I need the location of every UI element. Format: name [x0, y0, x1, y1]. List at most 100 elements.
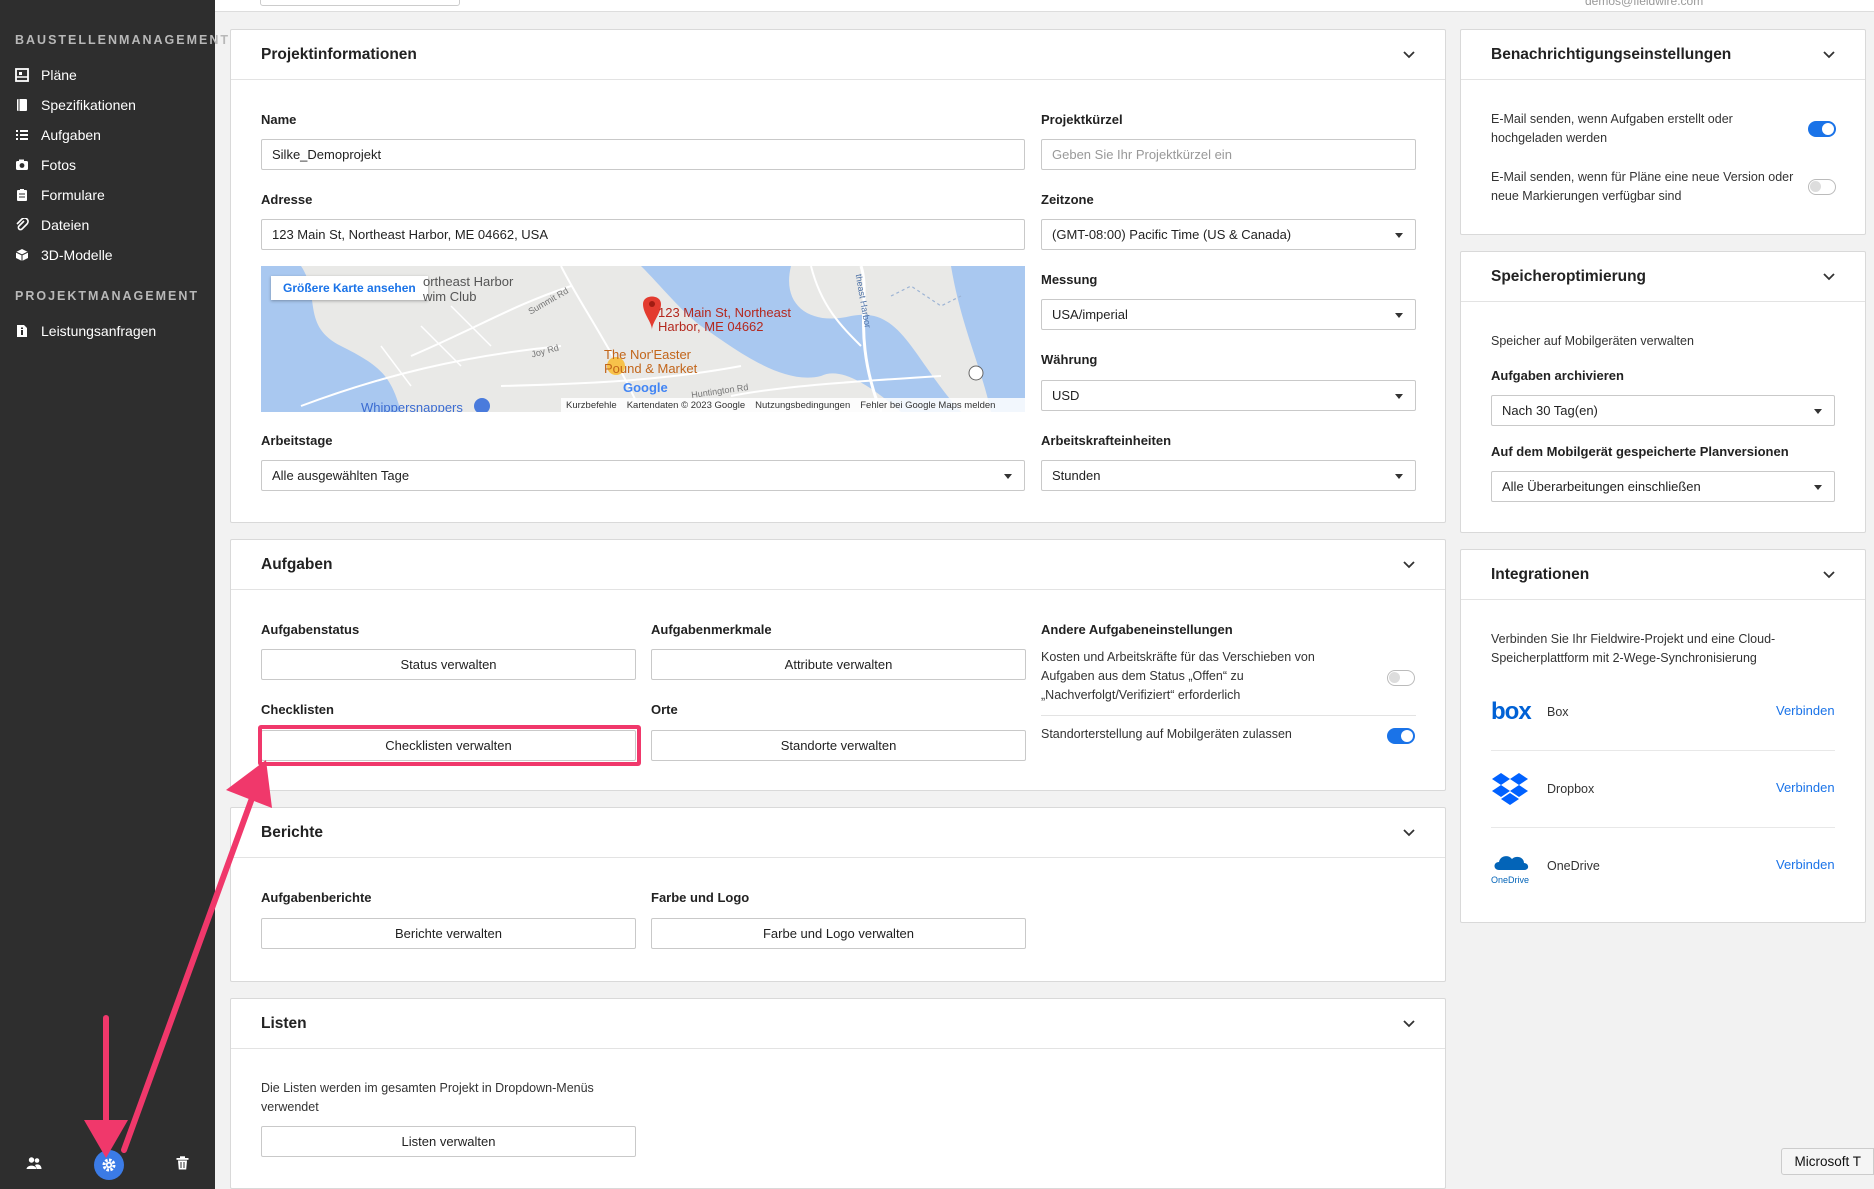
map-widget[interactable]: Größere Karte ansehen ortheast Harbor wi… [261, 266, 1025, 412]
sidebar-section-projektmanagement: PROJEKTMANAGEMENT [15, 289, 200, 303]
divider [1491, 827, 1835, 828]
card-header[interactable]: Berichte [231, 808, 1445, 858]
sidebar: BAUSTELLENMANAGEMENT Pläne Spezifikation… [0, 0, 228, 1189]
card-benachrichtigungen: Benachrichtigungseinstellungen E-Mail se… [1460, 29, 1866, 235]
standorte-verwalten-button[interactable]: Standorte verwalten [651, 730, 1026, 761]
name-input[interactable]: Silke_Demoprojekt [261, 139, 1025, 170]
chevron-down-icon[interactable] [1823, 271, 1835, 283]
larger-map-button[interactable]: Größere Karte ansehen [271, 276, 428, 300]
email-plaene-toggle[interactable] [1808, 179, 1836, 195]
map-pin-line: Harbor, ME 04662 [658, 319, 764, 334]
users-icon[interactable] [26, 1156, 42, 1175]
card-header[interactable]: Speicheroptimierung [1461, 252, 1865, 302]
email-plaene-text: E-Mail senden, wenn für Pläne eine neue … [1491, 170, 1794, 203]
chevron-down-icon[interactable] [1403, 559, 1415, 571]
sidebar-item-spezifikationen[interactable]: Spezifikationen [14, 94, 136, 116]
settings-gear-icon[interactable] [94, 1150, 124, 1180]
waehrung-select[interactable]: USD [1041, 380, 1416, 411]
mobile-standort-text: Standorterstellung auf Mobilgeräten zula… [1041, 727, 1292, 741]
top-bar: demos@fieldwire.com [215, 0, 1874, 12]
orte-label: Orte [651, 702, 678, 717]
sidebar-item-label: Dateien [41, 217, 90, 233]
onedrive-verbinden-link[interactable]: Verbinden [1776, 857, 1835, 872]
sidebar-item-3d-modelle[interactable]: 3D-Modelle [14, 244, 113, 266]
arbeitskraft-select[interactable]: Stunden [1041, 460, 1416, 491]
sidebar-item-formulare[interactable]: Formulare [14, 184, 105, 206]
arbeitstage-label: Arbeitstage [261, 433, 333, 448]
listen-verwalten-button[interactable]: Listen verwalten [261, 1126, 636, 1157]
card-header[interactable]: Benachrichtigungseinstellungen [1461, 30, 1865, 80]
highlight-box [258, 725, 641, 766]
clipboard-icon [14, 187, 30, 203]
card-header[interactable]: Projektinformationen [231, 30, 1445, 80]
chevron-down-icon[interactable] [1403, 1018, 1415, 1030]
status-verwalten-button[interactable]: Status verwalten [261, 649, 636, 680]
sidebar-item-label: Formulare [41, 187, 105, 203]
map-place-label: ortheast Harbor [423, 274, 514, 289]
name-label: Name [261, 112, 297, 127]
farbe-logo-button[interactable]: Farbe und Logo verwalten [651, 918, 1026, 949]
card-header[interactable]: Listen [231, 999, 1445, 1049]
sidebar-section-baustellenmanagement: BAUSTELLENMANAGEMENT [15, 33, 230, 47]
card-speicheroptimierung: Speicheroptimierung Speicher auf Mobilge… [1460, 251, 1866, 533]
map-pin-label: 123 Main St, Northeast Harbor, ME 04662 [658, 306, 791, 334]
dropbox-verbinden-link[interactable]: Verbinden [1776, 780, 1835, 795]
arbeitstage-select[interactable]: Alle ausgewählten Tage [261, 460, 1025, 491]
arbeitskraft-label: Arbeitskrafteinheiten [1041, 433, 1172, 448]
projektkuerzel-input[interactable]: Geben Sie Ihr Projektkürzel ein [1041, 139, 1416, 170]
trash-icon[interactable] [176, 1155, 189, 1175]
card-title: Berichte [261, 823, 324, 841]
archiv-select[interactable]: Nach 30 Tag(en) [1491, 395, 1835, 426]
map-footer-link[interactable]: Fehler bei Google Maps melden [860, 400, 995, 411]
sidebar-item-label: Pläne [41, 67, 77, 83]
card-title: Speicheroptimierung [1491, 267, 1647, 285]
sidebar-item-label: Leistungsanfragen [41, 323, 157, 339]
sidebar-item-label: 3D-Modelle [41, 247, 113, 263]
sidebar-item-dateien[interactable]: Dateien [14, 214, 89, 236]
card-projektinformationen: Projektinformationen Name Silke_Demoproj… [230, 29, 1446, 523]
paperclip-icon [14, 217, 30, 233]
zeitzone-select[interactable]: (GMT-08:00) Pacific Time (US & Canada) [1041, 219, 1416, 250]
dropbox-logo-icon [1491, 772, 1529, 811]
top-search-field[interactable] [260, 0, 460, 6]
sidebar-item-fotos[interactable]: Fotos [14, 154, 76, 176]
mobile-standort-toggle[interactable] [1387, 728, 1415, 744]
chevron-down-icon[interactable] [1823, 569, 1835, 581]
integration-name: Dropbox [1547, 782, 1595, 796]
sidebar-bottom-bar [0, 1141, 215, 1189]
integrationen-description: Verbinden Sie Ihr Fieldwire-Projekt und … [1491, 632, 1776, 665]
chevron-down-icon[interactable] [1403, 49, 1415, 61]
card-header[interactable]: Integrationen [1461, 550, 1865, 600]
chevron-down-icon[interactable] [1403, 827, 1415, 839]
card-title: Aufgaben [261, 555, 333, 573]
adresse-input[interactable]: 123 Main St, Northeast Harbor, ME 04662,… [261, 219, 1025, 250]
messung-select[interactable]: USA/imperial [1041, 299, 1416, 330]
cube-icon [14, 247, 30, 263]
card-title: Listen [261, 1014, 307, 1032]
andere-einstellungen-label: Andere Aufgabeneinstellungen [1041, 622, 1233, 637]
sidebar-item-aufgaben[interactable]: Aufgaben [14, 124, 101, 146]
sidebar-item-plaene[interactable]: Pläne [14, 64, 77, 86]
book-icon [14, 97, 30, 113]
card-header[interactable]: Aufgaben [231, 540, 1445, 590]
aufgabenberichte-label: Aufgabenberichte [261, 890, 372, 905]
kosten-toggle[interactable] [1387, 670, 1415, 686]
chevron-down-icon[interactable] [1823, 49, 1835, 61]
attribute-verwalten-button[interactable]: Attribute verwalten [651, 649, 1026, 680]
berichte-verwalten-button[interactable]: Berichte verwalten [261, 918, 636, 949]
planversionen-select[interactable]: Alle Überarbeitungen einschließen [1491, 471, 1835, 502]
map-place-label: Whippersnappers [361, 400, 463, 412]
map-footer-link[interactable]: Kurzbefehle [566, 400, 617, 411]
map-footer-link[interactable]: Nutzungsbedingungen [755, 400, 850, 411]
map-footer: Kurzbefehle Kartendaten © 2023 Google Nu… [561, 398, 1025, 412]
document-info-icon [14, 323, 30, 339]
email-aufgaben-toggle[interactable] [1808, 121, 1836, 137]
waehrung-label: Währung [1041, 352, 1098, 367]
aufgabenmerkmale-label: Aufgabenmerkmale [651, 622, 772, 637]
box-verbinden-link[interactable]: Verbinden [1776, 703, 1835, 718]
card-berichte: Berichte Aufgabenberichte Berichte verwa… [230, 807, 1446, 982]
sidebar-item-leistungsanfragen[interactable]: Leistungsanfragen [14, 320, 156, 342]
listen-description: Die Listen werden im gesamten Projekt in… [261, 1081, 594, 1114]
map-poi-line: The Nor'Easter [604, 347, 692, 362]
onedrive-logo-icon: OneDrive [1491, 850, 1531, 885]
